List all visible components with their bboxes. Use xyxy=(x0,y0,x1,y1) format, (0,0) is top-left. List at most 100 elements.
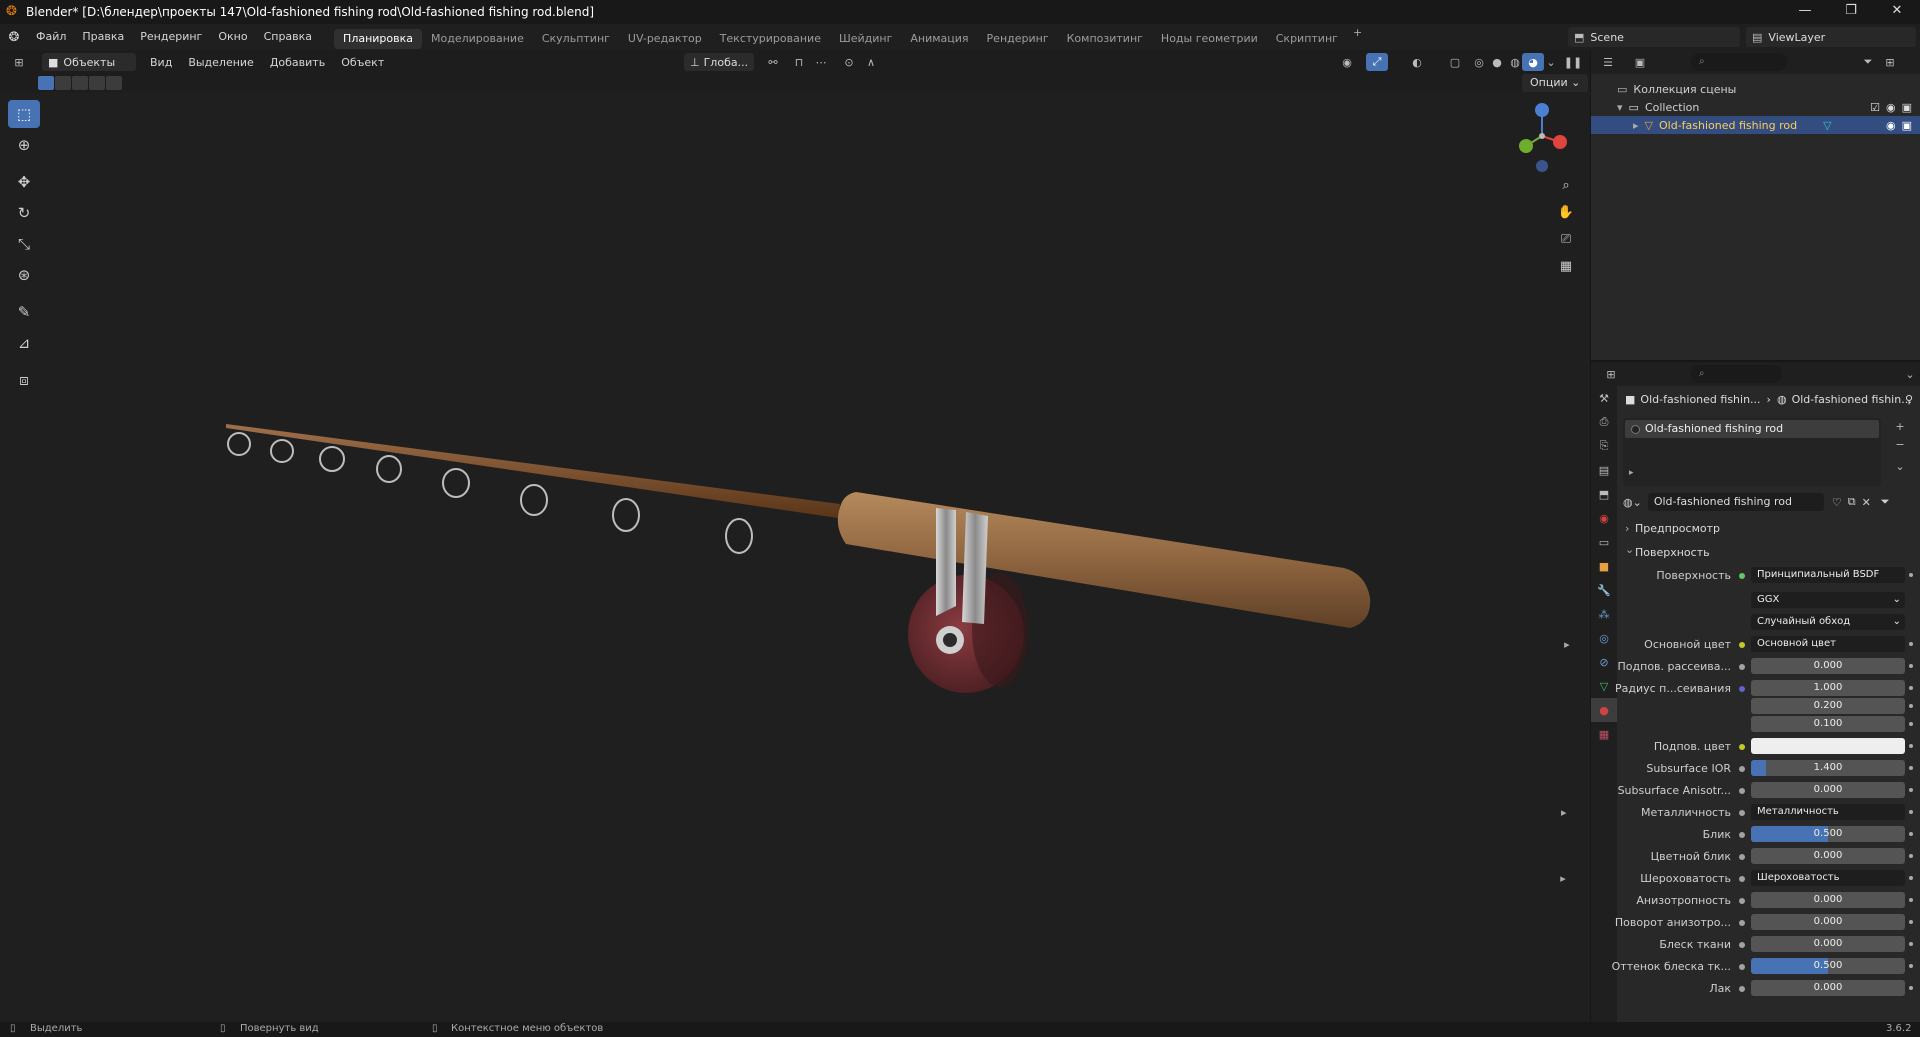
restore-button[interactable]: ❐ xyxy=(1828,0,1874,24)
options-dropdown[interactable]: Опции ⌄ xyxy=(1522,74,1589,92)
select-box-tool-icon[interactable]: ⬚ xyxy=(8,100,40,128)
node-filter-icon[interactable]: ⏷ xyxy=(1881,495,1890,509)
number-field[interactable]: 1.000 xyxy=(1751,680,1905,696)
pivot-icon[interactable]: ⚯ xyxy=(762,53,784,71)
tab-compositing[interactable]: Композитинг xyxy=(1058,29,1152,49)
pin-icon[interactable]: ⚲ xyxy=(1905,393,1913,406)
keyframe-dot-icon[interactable] xyxy=(1909,832,1913,836)
socket-icon[interactable] xyxy=(1739,964,1745,970)
pan-hand-icon[interactable]: ✋ xyxy=(1554,201,1578,225)
linked-input-field[interactable]: Металличность xyxy=(1751,804,1905,820)
move-tool-icon[interactable]: ✥ xyxy=(8,168,40,196)
menu-render[interactable]: Рендеринг xyxy=(132,24,210,50)
select-extend-icon[interactable] xyxy=(55,76,71,90)
tab-shading[interactable]: Шейдинг xyxy=(830,29,901,49)
visibility-icon[interactable]: ◉ xyxy=(1336,53,1358,71)
dropdown-field[interactable]: GGX ⌄ xyxy=(1751,592,1905,608)
world-tab-icon[interactable]: ◉ xyxy=(1591,506,1617,530)
output-tab-icon[interactable]: ⎘ xyxy=(1591,434,1617,458)
keyframe-dot-icon[interactable] xyxy=(1909,854,1913,858)
number-field[interactable]: 0.000 xyxy=(1751,914,1905,930)
linked-input-field[interactable]: Принципиальный BSDF xyxy=(1751,567,1905,583)
number-field[interactable]: 0.500 xyxy=(1751,826,1905,842)
menu-file[interactable]: Файл xyxy=(28,24,74,50)
xray-icon[interactable]: ▢ xyxy=(1444,53,1466,71)
keyframe-dot-icon[interactable] xyxy=(1909,876,1913,880)
number-field[interactable]: 0.000 xyxy=(1751,892,1905,908)
menu-select[interactable]: Выделение xyxy=(180,56,262,69)
linked-input-field[interactable]: Основной цвет xyxy=(1751,636,1905,652)
collection-tab-icon[interactable]: ▭ xyxy=(1591,530,1617,554)
keyframe-dot-icon[interactable] xyxy=(1909,573,1913,577)
navigation-gizmo[interactable] xyxy=(1502,100,1572,175)
tab-layout[interactable]: Планировка xyxy=(334,28,423,49)
remove-slot-button[interactable]: − xyxy=(1889,438,1911,456)
keyframe-dot-icon[interactable] xyxy=(1909,722,1913,726)
socket-icon[interactable] xyxy=(1739,920,1745,926)
data-tab-icon[interactable]: ▽ xyxy=(1591,674,1617,698)
filter-icon[interactable]: ⏷ xyxy=(1857,53,1879,71)
dropdown-field[interactable]: Случайный обход ⌄ xyxy=(1751,614,1905,630)
modifier-tab-icon[interactable]: 🔧 xyxy=(1591,578,1617,602)
new-collection-icon[interactable]: ⊞ xyxy=(1879,53,1901,71)
socket-icon[interactable] xyxy=(1739,854,1745,860)
transform-tool-icon[interactable]: ⊛ xyxy=(8,261,40,289)
number-field[interactable]: 0.000 xyxy=(1751,782,1905,798)
add-slot-button[interactable]: + xyxy=(1889,420,1911,438)
tab-scripting[interactable]: Скриптинг xyxy=(1267,29,1347,49)
keyframe-dot-icon[interactable] xyxy=(1909,744,1913,748)
minimize-button[interactable]: — xyxy=(1782,0,1828,24)
zoom-icon[interactable]: ⌕ xyxy=(1554,174,1578,198)
socket-icon[interactable] xyxy=(1739,766,1745,772)
menu-object[interactable]: Объект xyxy=(333,56,392,69)
falloff-icon[interactable]: ∧ xyxy=(860,53,882,71)
number-field[interactable]: 1.400 xyxy=(1751,760,1905,776)
number-field[interactable]: 0.000 xyxy=(1751,936,1905,952)
keyframe-dot-icon[interactable] xyxy=(1909,642,1913,646)
number-field[interactable]: 0.000 xyxy=(1751,980,1905,996)
material-slot-list[interactable]: Old-fashioned fishing rod ▸ xyxy=(1623,418,1881,486)
expand-arrow-icon[interactable]: ▸ xyxy=(1633,119,1639,132)
texture-tab-icon[interactable]: ▦ xyxy=(1591,722,1617,746)
tab-geometry-nodes[interactable]: Ноды геометрии xyxy=(1152,29,1267,49)
neg-z-axis-icon[interactable] xyxy=(1536,160,1548,172)
particles-tab-icon[interactable]: ⁂ xyxy=(1591,602,1617,626)
socket-icon[interactable] xyxy=(1739,573,1745,579)
render-tab-icon[interactable]: ⎙ xyxy=(1591,410,1617,434)
material-tab-icon[interactable]: ● xyxy=(1591,698,1617,722)
socket-icon[interactable] xyxy=(1739,942,1745,948)
socket-icon[interactable] xyxy=(1739,686,1745,692)
view-layer-selector[interactable]: ▤ ViewLayer xyxy=(1746,27,1916,47)
display-mode-icon[interactable]: ▣ xyxy=(1629,53,1651,71)
object-tab-icon[interactable]: ■ xyxy=(1591,554,1617,578)
cursor-tool-icon[interactable]: ⊕ xyxy=(8,131,40,159)
blender-menu-icon[interactable]: ❂ xyxy=(0,30,28,45)
keyframe-dot-icon[interactable] xyxy=(1909,664,1913,668)
view-layer-tab-icon[interactable]: ▤ xyxy=(1591,458,1617,482)
keyframe-dot-icon[interactable] xyxy=(1909,704,1913,708)
material-slot[interactable]: Old-fashioned fishing rod xyxy=(1625,420,1879,438)
socket-icon[interactable] xyxy=(1739,876,1745,882)
properties-editor-icon[interactable]: ⊞ xyxy=(1601,365,1621,383)
mode-dropdown[interactable]: ■ Объекты xyxy=(42,53,136,71)
editor-type-icon[interactable]: ⊞ xyxy=(8,53,30,71)
slot-menu-icon[interactable]: ⌄ xyxy=(1889,460,1911,478)
tab-modeling[interactable]: Моделирование xyxy=(422,29,533,49)
outliner-search-input[interactable]: ⌕ xyxy=(1691,53,1787,71)
keyframe-dot-icon[interactable] xyxy=(1909,810,1913,814)
expand-arrow-icon[interactable]: ▾ xyxy=(1617,101,1623,114)
camera-icon[interactable]: ▣ xyxy=(1902,119,1912,132)
keyframe-dot-icon[interactable] xyxy=(1909,964,1913,968)
gizmo-toggle-icon[interactable]: ⤢ xyxy=(1366,53,1388,71)
socket-icon[interactable] xyxy=(1739,744,1745,750)
socket-icon[interactable] xyxy=(1739,810,1745,816)
x-axis-icon[interactable] xyxy=(1553,135,1567,149)
add-cube-tool-icon[interactable]: ⧈ xyxy=(8,366,40,394)
overlay-toggle-icon[interactable]: ◐ xyxy=(1406,53,1428,71)
number-field[interactable]: 0.500 xyxy=(1751,958,1905,974)
tab-rendering[interactable]: Рендеринг xyxy=(978,29,1058,49)
select-subtract-icon[interactable] xyxy=(72,76,88,90)
checkbox-icon[interactable]: ☑ xyxy=(1870,101,1880,114)
y-axis-icon[interactable] xyxy=(1519,139,1533,153)
outliner-collection[interactable]: ▾ ▭ Collection ☑ ◉ ▣ xyxy=(1591,98,1920,116)
